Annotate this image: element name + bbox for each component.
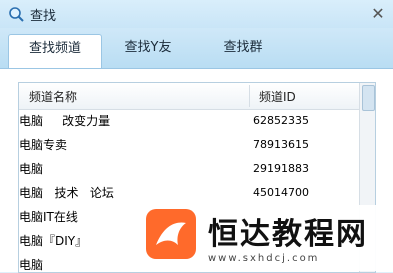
row-id: 29191883 (253, 162, 309, 175)
scrollbar-thumb[interactable] (362, 85, 375, 111)
logo-icon (146, 209, 196, 259)
tab-find-channel[interactable]: 查找频道 (8, 34, 102, 69)
tab-find-friend[interactable]: 查找Y友 (113, 34, 183, 66)
window-title: 查找 (30, 9, 57, 24)
table-row[interactable]: 电脑专卖 78913615 (19, 134, 359, 157)
row-id: 78913615 (253, 138, 309, 151)
tab-find-group[interactable]: 查找群 (213, 34, 273, 66)
table-row[interactable]: 电脑 29191883 (19, 158, 359, 181)
row-name: 电脑 (19, 162, 44, 176)
row-name: 电脑『DIY』 (19, 234, 88, 248)
table-header: 频道名称 频道ID (19, 83, 359, 110)
column-header-id[interactable]: 频道ID (259, 88, 296, 105)
tab-bar: 查找频道 查找Y友 查找群 (0, 28, 393, 69)
search-icon (9, 7, 24, 22)
row-name: 电脑 (19, 258, 44, 272)
watermark-name: 恒达教程网 (208, 217, 368, 252)
column-header-name[interactable]: 频道名称 (29, 88, 77, 105)
watermark: 恒达教程网 www.sxhdcj.com (140, 205, 393, 271)
row-name: 电脑 改变力量 (19, 114, 111, 128)
close-icon[interactable]: ✕ (368, 4, 388, 24)
title-bar: 查找 ✕ (0, 0, 393, 28)
table-row[interactable]: 电脑 技术 论坛 45014700 (19, 182, 359, 205)
row-id: 45014700 (253, 186, 309, 199)
row-name: 电脑 技术 论坛 (19, 186, 114, 200)
row-name: 电脑专卖 (19, 138, 68, 152)
column-divider (249, 85, 250, 107)
row-name: 电脑IT在线 (19, 210, 78, 224)
row-id: 62852335 (253, 114, 309, 127)
watermark-url: www.sxhdcj.com (208, 253, 320, 264)
table-row[interactable]: 电脑 改变力量 62852335 (19, 110, 359, 133)
